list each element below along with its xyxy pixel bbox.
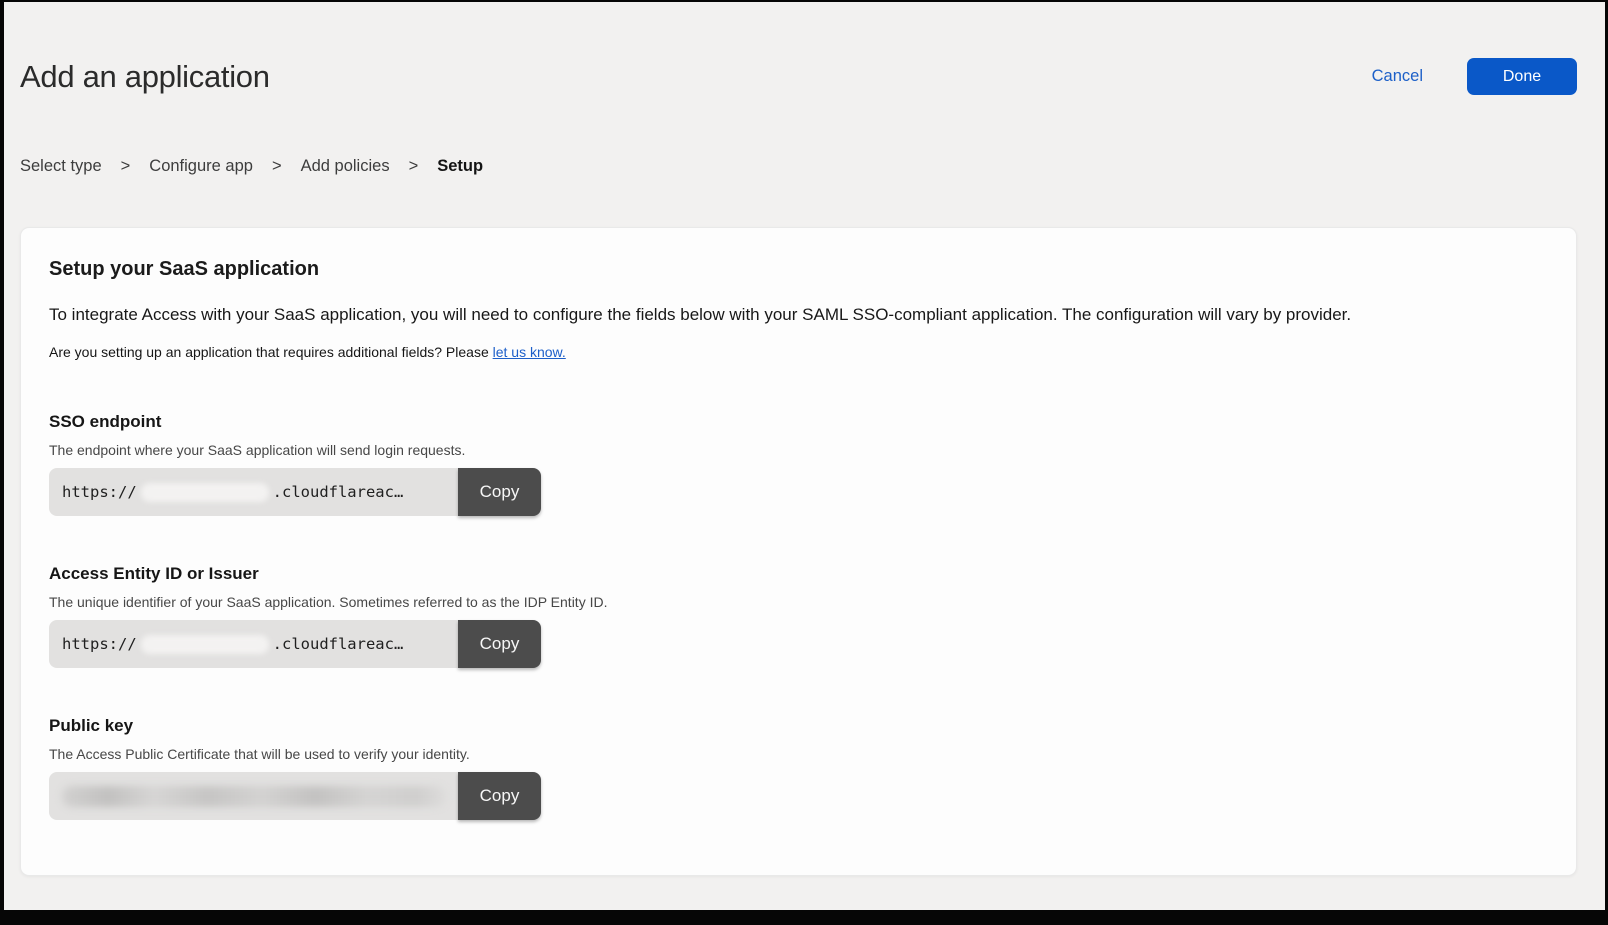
card-title: Setup your SaaS application [49,258,1546,281]
value-prefix: https:// [62,635,137,653]
access-entity-id-value-row: https:// .cloudflareac… Copy [49,620,541,668]
value-suffix: .cloudflareac… [273,483,404,501]
field-label: SSO endpoint [49,412,1546,432]
copy-button-sso-endpoint[interactable]: Copy [458,468,541,516]
redacted-value [62,786,446,807]
field-label: Access Entity ID or Issuer [49,564,1546,584]
redacted-value [141,635,269,654]
breadcrumb-item-select-type[interactable]: Select type [20,157,102,176]
header-actions: Cancel Done [1372,58,1577,95]
public-key-value-row: Copy [49,772,541,820]
breadcrumb-item-add-policies[interactable]: Add policies [301,157,390,176]
breadcrumb-separator: > [272,157,282,176]
public-key-value [49,772,458,820]
value-prefix: https:// [62,483,137,501]
field-sso-endpoint: SSO endpoint The endpoint where your Saa… [49,412,1546,516]
breadcrumb-separator: > [121,157,131,176]
let-us-know-link[interactable]: let us know. [493,344,566,360]
field-description: The endpoint where your SaaS application… [49,442,1546,458]
field-label: Public key [49,716,1546,736]
field-description: The Access Public Certificate that will … [49,746,1546,762]
breadcrumb-item-setup: Setup [437,157,483,176]
done-button[interactable]: Done [1467,58,1577,95]
field-public-key: Public key The Access Public Certificate… [49,716,1546,820]
cancel-button[interactable]: Cancel [1372,67,1423,86]
access-entity-id-value: https:// .cloudflareac… [49,620,458,668]
value-suffix: .cloudflareac… [273,635,404,653]
copy-button-public-key[interactable]: Copy [458,772,541,820]
breadcrumb-separator: > [409,157,419,176]
page-title: Add an application [20,59,270,95]
field-description: The unique identifier of your SaaS appli… [49,594,1546,610]
field-access-entity-id: Access Entity ID or Issuer The unique id… [49,564,1546,668]
redacted-value [141,483,269,502]
page-content: Add an application Cancel Done Select ty… [4,58,1605,876]
page: Add an application Cancel Done Select ty… [4,2,1605,910]
setup-card: Setup your SaaS application To integrate… [20,227,1577,876]
copy-button-access-entity-id[interactable]: Copy [458,620,541,668]
additional-fields-note: Are you setting up an application that r… [49,344,1546,360]
breadcrumb: Select type > Configure app > Add polici… [20,157,1577,176]
page-header: Add an application Cancel Done [20,58,1577,95]
breadcrumb-item-configure-app[interactable]: Configure app [149,157,253,176]
note-text: Are you setting up an application that r… [49,344,489,360]
window-frame: Add an application Cancel Done Select ty… [0,0,1608,925]
card-intro: To integrate Access with your SaaS appli… [49,304,1546,325]
sso-endpoint-value-row: https:// .cloudflareac… Copy [49,468,541,516]
sso-endpoint-value: https:// .cloudflareac… [49,468,458,516]
